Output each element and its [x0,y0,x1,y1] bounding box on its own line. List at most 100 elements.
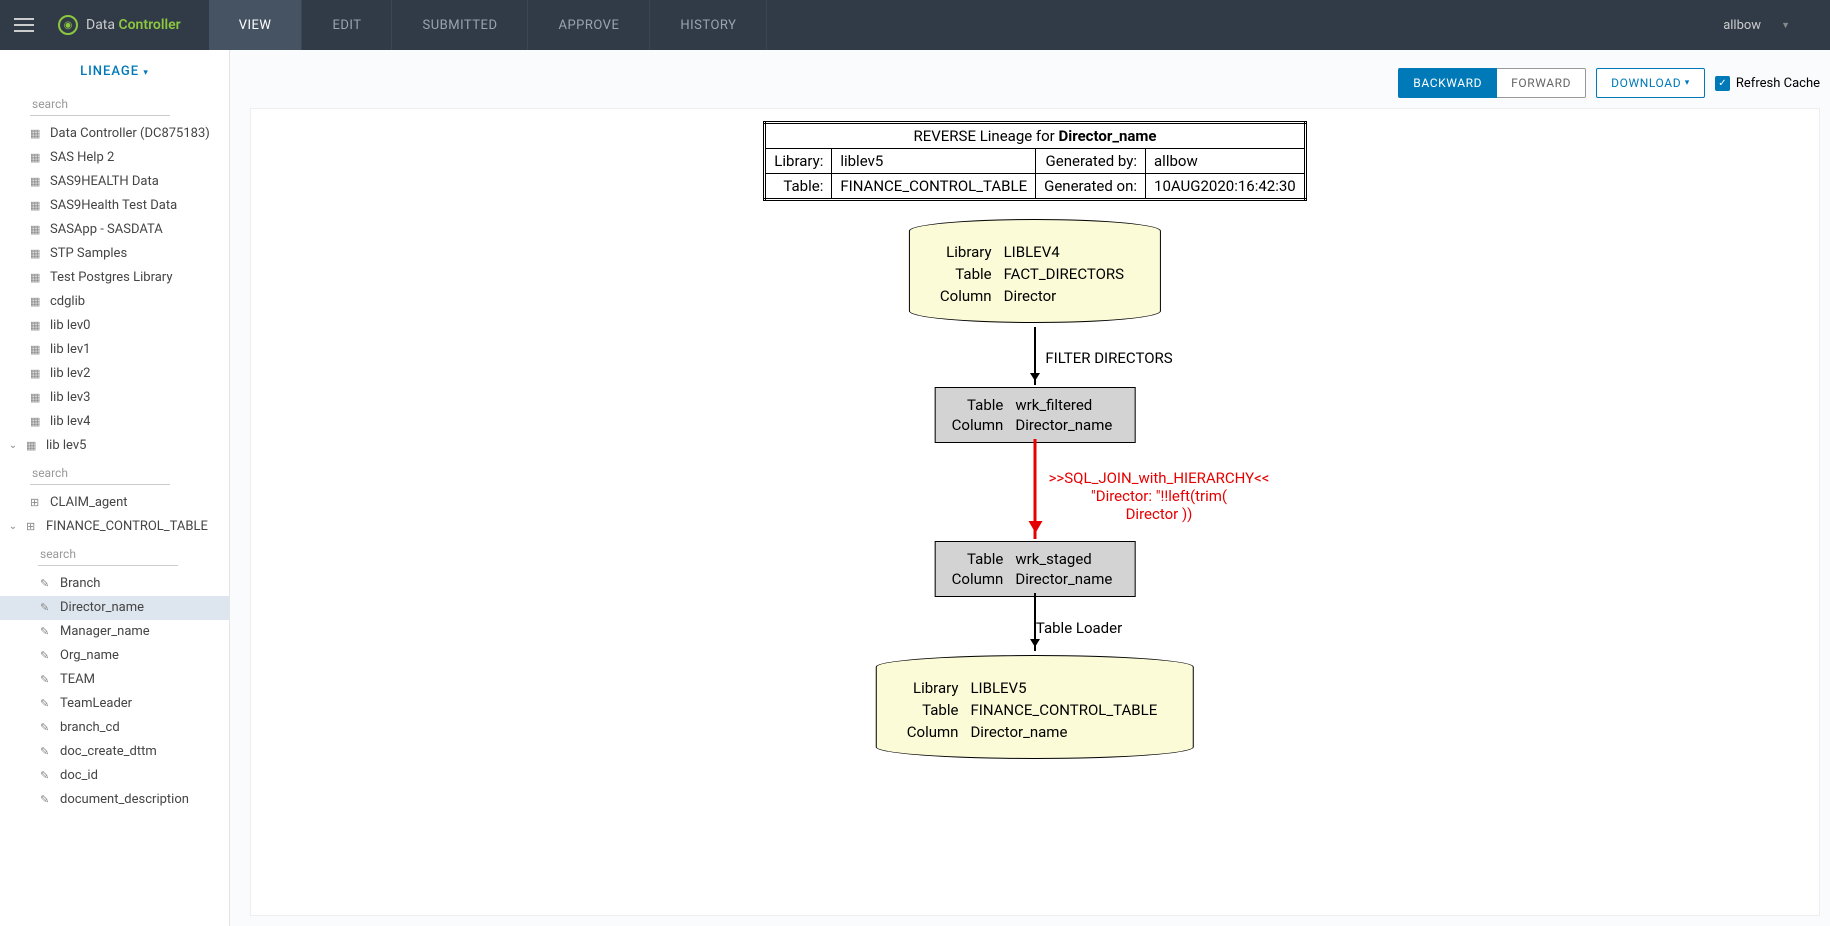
sidebar-item-label: Test Postgres Library [50,269,172,287]
sidebar-lib-item[interactable]: ▦lib lev1 [0,338,229,362]
chevron-down-icon: ▼ [1781,20,1790,31]
library-icon: ▦ [30,197,42,215]
sidebar: LINEAGE ▾ ▦Data Controller (DC875183)▦SA… [0,50,230,926]
logo-icon: ◉ [58,15,78,35]
sidebar-item-label: lib lev0 [50,317,90,335]
sidebar-lib-item[interactable]: ▦lib lev4 [0,410,229,434]
top-bar: ◉ Data Controller VIEW EDIT SUBMITTED AP… [0,0,1830,50]
tab-view[interactable]: VIEW [209,0,303,50]
sidebar-column-item[interactable]: ✎ doc_create_dttm [0,740,229,764]
column-icon: ✎ [40,599,52,617]
sidebar-lib-item[interactable]: ▦SAS Help 2 [0,146,229,170]
sidebar-column-item[interactable]: ✎Org_name [0,644,229,668]
search-input-libs[interactable] [30,93,170,116]
sidebar-item-label: Org_name [60,647,119,665]
sidebar-item-label: document_description [60,791,189,809]
library-icon: ▦ [30,125,42,143]
column-icon: ✎ [40,719,52,737]
checkmark-icon: ✓ [1715,76,1730,91]
backward-button[interactable]: BACKWARD [1398,68,1497,98]
sidebar-column-item[interactable]: ✎Manager_name [0,620,229,644]
tab-submitted[interactable]: SUBMITTED [392,0,528,50]
checkbox-label: Refresh Cache [1736,76,1820,91]
sidebar-lib-item[interactable]: ▦SAS9HEALTH Data [0,170,229,194]
sidebar-item-label: CLAIM_agent [50,494,128,512]
sidebar-column-item[interactable]: ✎ document_description [0,788,229,812]
column-icon: ✎ [40,695,52,713]
sidebar-lib-item[interactable]: ▦ cdglib [0,290,229,314]
sidebar-lib-item[interactable]: ▦ lib lev0 [0,314,229,338]
menu-icon[interactable] [0,18,40,32]
tab-edit[interactable]: EDIT [302,0,392,50]
chevron-down-icon: ▾ [1685,78,1690,88]
sidebar-table-item[interactable]: ⊞CLAIM_agent [0,491,229,515]
sidebar-item-label: cdglib [50,293,85,311]
lineage-header-table: REVERSE Lineage for Director_name Librar… [763,121,1306,201]
sidebar-lib-item[interactable]: ▦ STP Samples [0,242,229,266]
sidebar-column-item[interactable]: ✎branch_cd [0,716,229,740]
library-icon: ▦ [30,317,42,335]
sidebar-column-item[interactable]: ✎Branch [0,572,229,596]
user-menu[interactable]: allbow ▼ [1683,18,1830,33]
library-icon: ▦ [30,293,42,311]
sidebar-lib-open[interactable]: ⌄ ▦ lib lev5 [0,434,229,458]
sidebar-column-item[interactable]: ✎ TEAM [0,668,229,692]
download-button[interactable]: DOWNLOAD ▾ [1596,68,1705,98]
table-icon: ⊞ [26,518,38,536]
tab-history[interactable]: HISTORY [650,0,767,50]
lineage-node-staged: Tablewrk_staged ColumnDirector_name [935,541,1136,597]
library-icon: ▦ [26,437,38,455]
edge-label: Table Loader [1036,619,1122,637]
sidebar-lib-item[interactable]: ▦SASApp - SASDATA [0,218,229,242]
sidebar-table-open[interactable]: ⌄ ⊞ FINANCE_CONTROL_TABLE [0,515,229,539]
sidebar-item-label: FINANCE_CONTROL_TABLE [46,518,208,536]
chevron-down-icon: ▾ [143,68,149,78]
sidebar-item-label: TeamLeader [60,695,132,713]
library-icon: ▦ [30,245,42,263]
column-icon: ✎ [40,623,52,641]
sidebar-column-item[interactable]: ✎ Director_name [0,596,229,620]
sidebar-item-label: TEAM [60,671,95,689]
sidebar-item-label: lib lev2 [50,365,90,383]
sidebar-item-label: SAS Help 2 [50,149,114,167]
lineage-diagram: REVERSE Lineage for Director_name Librar… [685,121,1385,201]
library-icon: ▦ [30,221,42,239]
tab-approve[interactable]: APPROVE [528,0,650,50]
lineage-node-target: LibraryLIBLEV5 TableFINANCE_CONTROL_TABL… [876,655,1194,759]
sidebar-lib-item[interactable]: ▦lib lev3 [0,386,229,410]
lineage-node-source: LibraryLIBLEV4 TableFACT_DIRECTORS Colum… [909,219,1161,323]
forward-button[interactable]: FORWARD [1497,68,1586,98]
search-input-columns[interactable] [38,543,178,566]
app-logo[interactable]: ◉ Data Controller [40,15,199,35]
nav-tabs: VIEW EDIT SUBMITTED APPROVE HISTORY [209,0,768,50]
edge-label: FILTER DIRECTORS [1045,349,1172,367]
refresh-cache-checkbox[interactable]: ✓ Refresh Cache [1715,76,1820,91]
user-name: allbow [1723,18,1761,33]
sidebar-column-item[interactable]: ✎ TeamLeader [0,692,229,716]
column-icon: ✎ [40,743,52,761]
sidebar-item-label: SAS9Health Test Data [50,197,177,215]
sidebar-item-label: lib lev4 [50,413,90,431]
sidebar-item-label: lib lev5 [46,437,86,455]
sidebar-column-item[interactable]: ✎doc_id [0,764,229,788]
library-icon: ▦ [30,341,42,359]
sidebar-item-label: SAS9HEALTH Data [50,173,159,191]
sidebar-item-label: Data Controller (DC875183) [50,125,210,143]
lineage-canvas[interactable]: REVERSE Lineage for Director_name Librar… [250,108,1820,916]
logo-text: Data Controller [86,17,181,33]
sidebar-lib-item[interactable]: ▦ SAS9Health Test Data [0,194,229,218]
sidebar-lib-item[interactable]: ▦ Data Controller (DC875183) [0,122,229,146]
sidebar-item-label: Director_name [60,599,144,617]
lineage-dropdown[interactable]: LINEAGE ▾ [0,50,229,89]
sidebar-item-label: STP Samples [50,245,127,263]
library-icon: ▦ [30,389,42,407]
column-icon: ✎ [40,791,52,809]
search-input-tables[interactable] [30,462,170,485]
toolbar: BACKWARD FORWARD DOWNLOAD ▾ ✓ Refresh Ca… [230,50,1830,108]
sidebar-lib-item[interactable]: ▦Test Postgres Library [0,266,229,290]
sidebar-lib-item[interactable]: ▦lib lev2 [0,362,229,386]
chevron-down-icon: ⌄ [8,518,18,536]
lineage-node-filtered: Tablewrk_filtered ColumnDirector_name [935,387,1136,443]
sidebar-item-label: doc_create_dttm [60,743,157,761]
column-icon: ✎ [40,671,52,689]
